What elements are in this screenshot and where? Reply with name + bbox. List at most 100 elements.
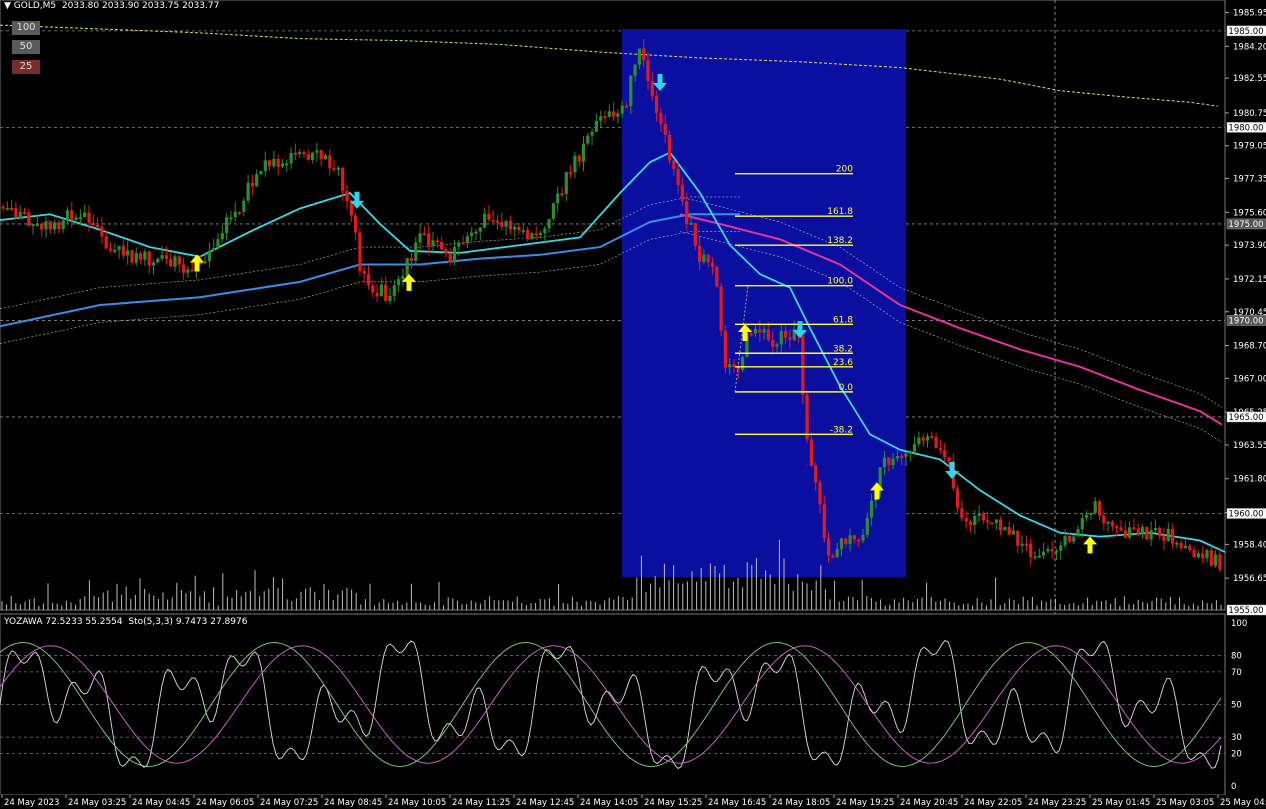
oscillator-scale-label: 100 [1231,619,1247,629]
candle-body [1205,550,1209,559]
candle-body [237,211,242,214]
time-tick-label: 24 May 18:05 [772,798,830,808]
price-box-label: 1975.00 [1228,220,1263,230]
candle-body [702,254,706,262]
candle-body [839,538,844,550]
candle-body [900,455,904,458]
time-tick-label: 24 May 20:45 [900,798,958,808]
symbol-label: GOLD,M5 [13,1,57,11]
candle-body [91,222,95,226]
candle-body [1140,527,1145,534]
candle-body [1054,550,1059,553]
ma-yellow-line [0,24,1219,107]
candle-body [40,224,44,230]
candle-body [495,220,500,223]
candle-body [1166,528,1170,541]
candle-body [306,154,310,160]
level-50-button[interactable]: 50 [12,40,40,54]
candle-body [302,152,306,155]
candle-body [491,219,495,222]
candle-body [667,134,672,161]
candle-body [517,226,521,231]
volume-bars [1,539,1222,610]
candle-body [104,236,108,249]
gold-m5-chart[interactable]: 200161.8138.2100.061.838.223.60.0-38.2 1… [0,0,1266,809]
candle-body [538,232,543,235]
candle-body [1050,549,1054,552]
price-tick-label: 1956.65 [1233,574,1266,584]
ohlc-values: 2033.80 2033.90 2033.75 2033.77 [61,1,220,11]
candle-body [999,519,1003,531]
main-frame [0,0,1226,611]
candle-body [263,160,267,171]
candle-body [1,206,5,209]
time-tick-label: 24 May 07:25 [260,798,318,808]
oscillator-scale-label: 0 [1231,782,1236,792]
candle-body [659,112,663,125]
candle-body [435,240,439,243]
time-tick-label: 25 May 04: [1220,798,1266,808]
candle-body [1209,550,1213,566]
candle-body [328,155,332,169]
candle-body [48,221,52,230]
candle-body [448,253,452,263]
candle-body [220,233,224,240]
candle-body [1067,536,1071,542]
oscillator-title: YOZAWA 72.5233 55.2554 Sto(5,3,3) 9.7473… [4,617,248,627]
candle-body [895,455,899,459]
candle-body [1218,554,1222,570]
level-25-button[interactable]: 25 [12,60,40,74]
price-tick-label: 1979.05 [1233,142,1266,152]
candle-body [345,191,349,201]
candle-body [53,222,57,230]
fib-level-label: 61.8 [833,315,853,325]
candle-body [1196,553,1200,558]
price-tick-label: 1963.55 [1233,441,1266,451]
time-tick-label: 24 May 23:25 [1028,798,1086,808]
time-tick-label: 24 May 10:05 [388,798,446,808]
menu-triangle-icon[interactable]: ▼ [4,1,11,11]
candle-body [418,233,422,243]
candle-body [762,329,766,333]
candle-body [65,210,70,221]
candle-body [87,212,91,223]
candle-body [401,275,405,280]
candle-body [1102,515,1106,524]
candle-body [1136,528,1140,534]
candle-body [706,254,710,263]
candle-body [341,167,345,192]
candle-body [14,208,18,219]
oscillator-scale-label: 20 [1231,749,1242,759]
candle-body [1106,521,1110,524]
candle-body [728,364,732,368]
candle-body [61,220,65,230]
buy-arrow-icon [1083,536,1097,554]
candle-body [508,221,512,230]
candle-body [882,457,887,468]
oscillator-scale-label: 70 [1231,668,1242,678]
candle-body [1153,528,1157,531]
candle-body [298,152,302,155]
candle-body [801,336,805,395]
candle-body [956,488,960,509]
candle-body [173,256,177,267]
candle-body [543,228,547,233]
level-100-button[interactable]: 100 [12,21,40,35]
candle-body [246,182,250,201]
candle-body [753,329,758,334]
candle-body [607,111,611,117]
candle-body [775,344,779,347]
candle-body [151,262,156,266]
candle-body [289,152,293,164]
candle-body [904,453,908,457]
candle-body [852,535,856,540]
price-axis: 1985.95 1984.20 1982.55 1980.75 1979.05 1977.… [1225,9,1266,616]
candle-body [771,339,775,347]
candle-body [1192,549,1196,558]
candle-body [113,249,117,252]
candle-body [616,113,620,117]
candle-body [676,168,680,186]
candle-body [637,48,641,65]
price-tick-label: 1984.20 [1233,42,1266,52]
candle-body [474,231,478,234]
